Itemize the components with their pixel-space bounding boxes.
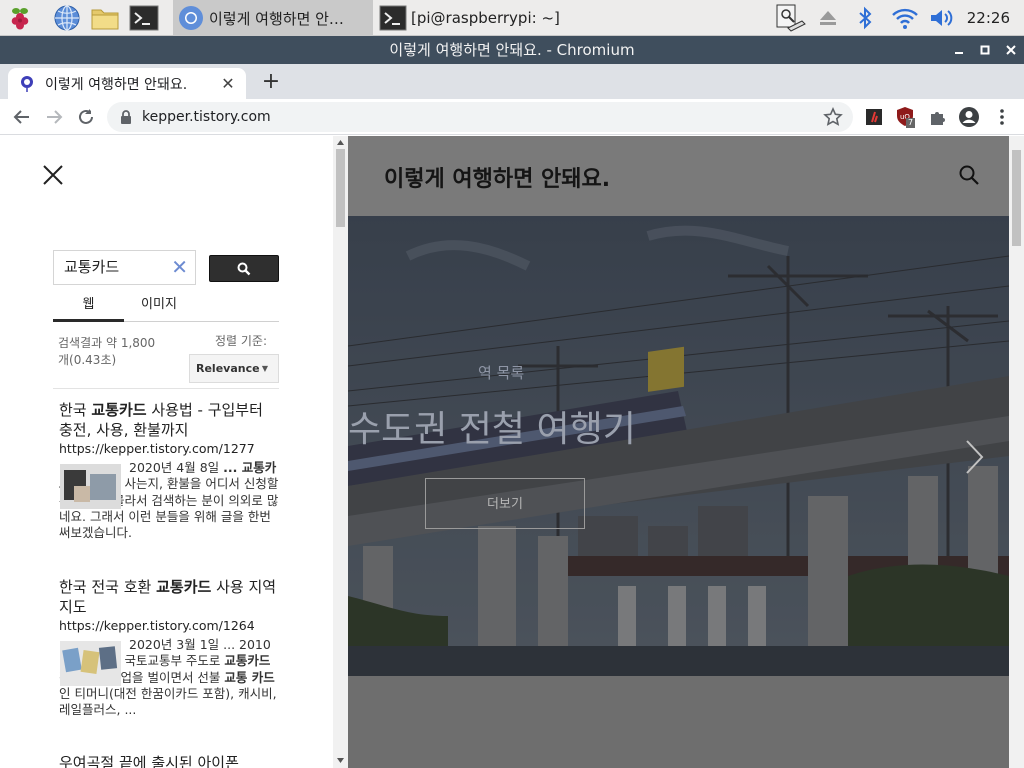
search-result: 한국 전국 호환 교통카드 사용 지역 지도 https://kepper.ti… <box>59 577 281 718</box>
lock-icon <box>119 109 133 125</box>
bluetooth-icon[interactable] <box>853 0 877 36</box>
blog-search-icon[interactable] <box>958 164 980 186</box>
task-terminal[interactable]: [pi@raspberrypi: ~] <box>375 0 572 36</box>
result-url: https://kepper.tistory.com/1264 <box>59 618 255 633</box>
blog-site-title[interactable]: 이렇게 여행하면 안돼요. <box>384 161 610 193</box>
extensions-puzzle-icon[interactable] <box>927 106 949 128</box>
sort-select[interactable]: Relevance ▼ <box>189 354 279 383</box>
taskbar: 이렇게 여행하면 안… [pi@raspberrypi: ~] 22:26 <box>0 0 1024 36</box>
sort-value: Relevance <box>196 362 260 375</box>
screenshot-tool-icon[interactable] <box>772 0 810 36</box>
result-title-cut[interactable]: 우여곡절 끝에 출시된 아이폰 <box>59 752 281 768</box>
result-count: 검색결과 약 1,800 개(0.43초) <box>58 336 156 367</box>
blog-header: 이렇게 여행하면 안돼요. <box>348 136 1009 216</box>
blog-page: 이렇게 여행하면 안돼요. 역 목록 수도권 전철 여행기 더보기 <box>348 136 1009 768</box>
window-title: 이렇게 여행하면 안돼요. - Chromium <box>389 41 635 59</box>
minimize-button[interactable] <box>946 36 972 64</box>
page-content: 교통카드 ✕ 웹 이미지 검색결과 약 1,800 개(0.43초) 정렬 기준… <box>0 136 1024 768</box>
close-window-button[interactable] <box>998 36 1024 64</box>
task-chromium[interactable]: 이렇게 여행하면 안… <box>173 0 373 36</box>
post-thumbnails-strip <box>348 762 1009 768</box>
tab-title: 이렇게 여행하면 안돼요. <box>45 76 188 93</box>
close-panel-icon[interactable] <box>41 163 65 187</box>
profile-avatar-icon[interactable] <box>958 106 980 128</box>
menu-kebab-icon[interactable] <box>991 106 1013 128</box>
result-thumbnail[interactable] <box>60 641 121 686</box>
hero-category[interactable]: 역 목록 <box>478 362 524 383</box>
search-panel: 교통카드 ✕ 웹 이미지 검색결과 약 1,800 개(0.43초) 정렬 기준… <box>0 136 333 768</box>
forward-button[interactable] <box>41 104 67 130</box>
extension-red-icon[interactable] <box>863 106 885 128</box>
panel-scrollbar[interactable] <box>333 136 348 768</box>
search-result: 한국 교통카드 사용법 - 구입부터 충전, 사용, 환불까지 https://… <box>59 400 281 541</box>
clock: 22:26 <box>966 9 1010 27</box>
tab-strip: 이렇게 여행하면 안돼요. ✕ + <box>0 64 1024 99</box>
search-tabs: 웹 이미지 <box>53 294 279 322</box>
result-thumbnail[interactable] <box>60 464 121 509</box>
url-text: kepper.tistory.com <box>142 109 271 125</box>
hero-title[interactable]: 수도권 전철 여행기 <box>348 400 636 452</box>
carousel-next-icon[interactable] <box>964 438 986 476</box>
search-input[interactable]: 교통카드 ✕ <box>53 250 196 285</box>
address-bar[interactable]: kepper.tistory.com <box>107 102 853 132</box>
search-icon <box>237 262 251 275</box>
tab-web[interactable]: 웹 <box>53 294 124 322</box>
tab-active[interactable]: 이렇게 여행하면 안돼요. ✕ <box>8 68 246 99</box>
chromium-icon <box>177 4 205 32</box>
task-chromium-label: 이렇게 여행하면 안… <box>209 9 344 28</box>
hero-more-button[interactable]: 더보기 <box>425 478 585 529</box>
wifi-icon[interactable] <box>889 0 921 36</box>
result-title[interactable]: 한국 전국 호환 교통카드 사용 지역 지도 <box>59 577 281 617</box>
browser-globe-icon[interactable] <box>52 3 82 33</box>
new-tab-button[interactable]: + <box>257 68 285 96</box>
terminal-task-icon <box>379 4 407 32</box>
eject-icon[interactable] <box>815 0 841 36</box>
window-titlebar: 이렇게 여행하면 안돼요. - Chromium <box>0 36 1024 64</box>
balloon-favicon-icon <box>18 75 36 93</box>
result-title[interactable]: 한국 교통카드 사용법 - 구입부터 충전, 사용, 환불까지 <box>59 400 281 440</box>
clear-search-icon[interactable]: ✕ <box>171 251 188 284</box>
reload-button[interactable] <box>73 104 99 130</box>
volume-icon[interactable] <box>927 0 957 36</box>
result-url: https://kepper.tistory.com/1277 <box>59 441 255 456</box>
ublock-badge: 7 <box>906 118 916 128</box>
hero-banner: 역 목록 수도권 전철 여행기 더보기 <box>348 216 1009 676</box>
file-manager-icon[interactable] <box>90 3 120 33</box>
back-button[interactable] <box>9 104 35 130</box>
search-button[interactable] <box>209 255 279 282</box>
bookmark-star-icon[interactable] <box>823 107 843 127</box>
page-scrollbar[interactable] <box>1009 136 1024 768</box>
terminal-icon[interactable] <box>129 3 159 33</box>
ublock-icon[interactable]: uO 7 <box>895 106 917 128</box>
browser-toolbar: kepper.tistory.com uO 7 <box>0 99 1024 135</box>
sort-label: 정렬 기준: <box>215 334 268 348</box>
divider <box>53 388 279 389</box>
chevron-down-icon: ▼ <box>261 364 268 373</box>
tab-images[interactable]: 이미지 <box>124 294 194 322</box>
panel-scrollbar-thumb[interactable] <box>336 149 345 227</box>
page-scrollbar-thumb[interactable] <box>1012 150 1021 246</box>
tab-close-icon[interactable]: ✕ <box>220 74 236 93</box>
search-query: 교통카드 <box>64 258 120 276</box>
maximize-button[interactable] <box>972 36 998 64</box>
task-terminal-label: [pi@raspberrypi: ~] <box>411 9 560 27</box>
raspberry-menu-icon[interactable] <box>5 3 35 33</box>
